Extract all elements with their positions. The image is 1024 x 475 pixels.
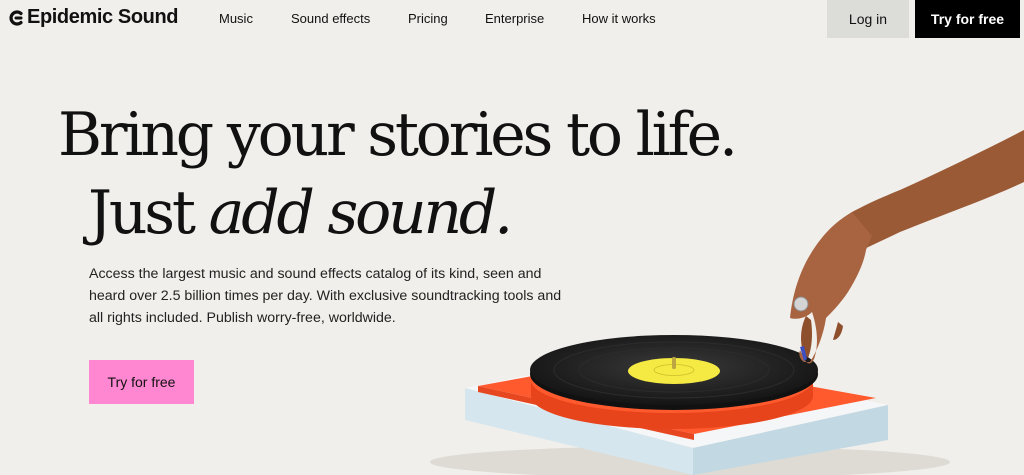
ring <box>793 296 809 312</box>
hero-headline-italic: add sound. <box>208 178 514 248</box>
hero-try-for-free-button[interactable]: Try for free <box>89 360 194 404</box>
hero-headline-line1: Bring your stories to life. <box>58 100 738 170</box>
hero-headline-line2: Just add sound. <box>88 175 514 251</box>
hero-description: Access the largest music and sound effec… <box>89 266 562 326</box>
vinyl-record <box>530 335 818 410</box>
hand-illustration <box>790 130 1024 364</box>
hero-headline-plain: Just <box>88 178 209 248</box>
